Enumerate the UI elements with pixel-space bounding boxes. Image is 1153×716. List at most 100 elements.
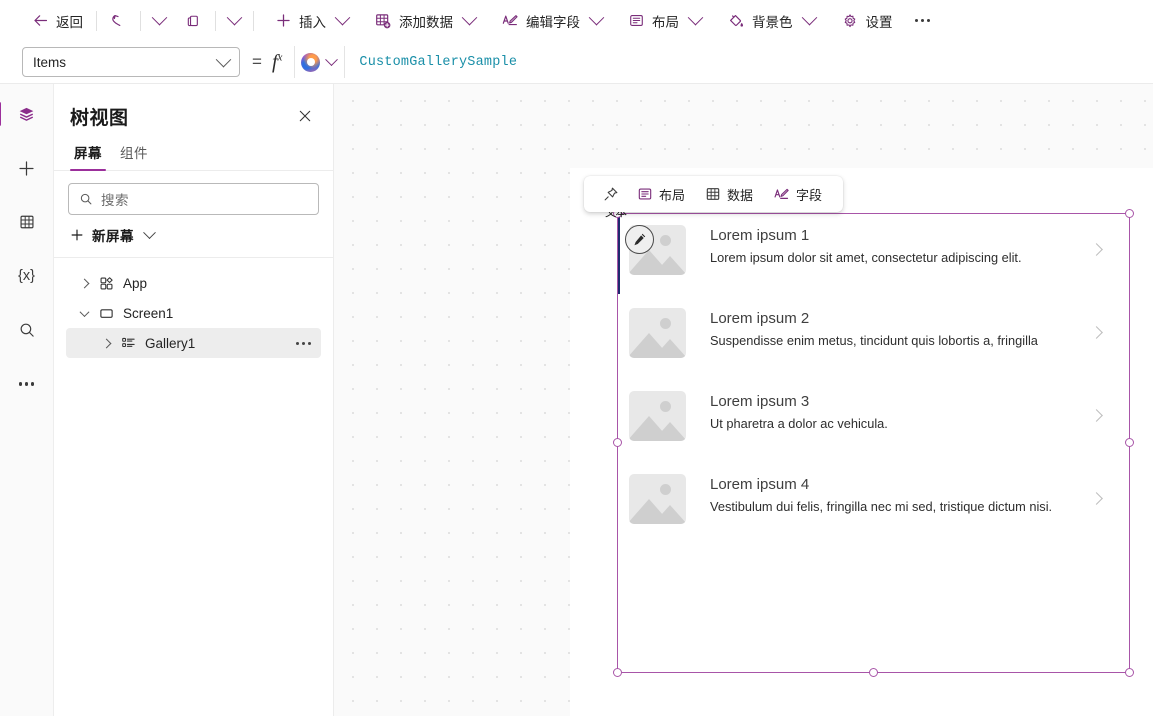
formula-bar: Items = fx CustomGallerySample <box>0 41 1153 84</box>
gallery-item-title: Lorem ipsum 3 <box>710 393 810 410</box>
rail-item-more[interactable] <box>9 366 45 402</box>
tree-node-app[interactable]: App <box>66 268 321 298</box>
overflow-menu-button[interactable] <box>907 18 939 23</box>
add-data-button[interactable]: 添加数据 <box>368 6 481 36</box>
tree-node-more-button[interactable] <box>296 341 311 345</box>
dot <box>308 341 311 345</box>
add-data-label: 添加数据 <box>399 14 453 30</box>
chevron-right-icon[interactable] <box>1090 492 1103 505</box>
chevron-right-icon[interactable] <box>1090 409 1103 422</box>
back-button[interactable]: 返回 <box>26 6 89 36</box>
new-screen-button[interactable]: 新屏幕 <box>54 215 333 258</box>
chevron-down-icon <box>801 9 817 26</box>
copilot-button[interactable] <box>294 46 346 78</box>
chevron-right-icon[interactable] <box>1090 243 1103 256</box>
thumb-mountain-2 <box>653 339 686 358</box>
chevron-down-icon <box>151 9 168 26</box>
back-label: 返回 <box>56 14 83 30</box>
gallery-item-text: Lorem ipsum 1 Lorem ipsum dolor sit amet… <box>686 223 1092 267</box>
canvas-area[interactable]: Lorem ipsum 1 Lorem ipsum dolor sit amet… <box>334 84 1153 716</box>
expand-toggle[interactable] <box>78 278 90 288</box>
gallery-item[interactable]: Lorem ipsum 4 Vestibulum dui felis, frin… <box>617 463 1127 546</box>
tree-node-label: Screen1 <box>123 305 174 321</box>
app-screen[interactable]: Lorem ipsum 1 Lorem ipsum dolor sit amet… <box>570 168 1153 716</box>
tab-screens[interactable]: 屏幕 <box>70 142 106 171</box>
context-fields-button[interactable]: 字段 <box>763 180 832 208</box>
left-rail: {x} <box>0 84 54 716</box>
paste-button[interactable] <box>179 6 208 36</box>
pencil-icon <box>634 233 646 246</box>
gallery-item-subtitle: Vestibulum dui felis, fringilla nec mi s… <box>710 499 1053 514</box>
image-placeholder-icon <box>629 391 686 441</box>
layout-panel-icon <box>638 188 652 200</box>
tree-node-gallery1[interactable]: Gallery1 <box>66 328 321 358</box>
divider <box>140 10 141 31</box>
thumb-mountain-2 <box>653 256 686 275</box>
screen-icon <box>100 308 113 318</box>
paste-dropdown-button[interactable] <box>223 6 246 36</box>
panel-title: 树视图 <box>70 107 129 129</box>
close-icon <box>299 110 311 122</box>
chevron-right-icon[interactable] <box>1090 326 1103 339</box>
layers-icon <box>19 107 34 121</box>
formula-input[interactable]: CustomGallerySample <box>345 55 517 70</box>
rail-item-tree-view[interactable] <box>0 96 45 132</box>
property-select[interactable]: Items <box>22 47 240 77</box>
gear-icon <box>844 13 855 27</box>
gallery-icon <box>122 337 135 347</box>
rail-item-insert[interactable] <box>9 150 45 186</box>
gallery-item[interactable]: Lorem ipsum 3 Ut pharetra a dolor ac veh… <box>617 380 1127 463</box>
settings-button[interactable]: 设置 <box>835 6 899 36</box>
new-screen-label: 新屏幕 <box>92 229 134 244</box>
dot <box>914 18 918 23</box>
context-layout-button[interactable]: 布局 <box>627 180 695 208</box>
close-panel-button[interactable] <box>291 102 319 130</box>
table-add-icon <box>376 13 391 28</box>
expand-toggle[interactable] <box>78 306 90 317</box>
gallery-item[interactable]: Lorem ipsum 1 Lorem ipsum dolor sit amet… <box>617 214 1127 297</box>
chevron-down-icon <box>226 9 243 26</box>
variables-icon: {x} <box>18 268 35 284</box>
paint-bucket-icon <box>730 14 744 27</box>
context-data-button[interactable]: 数据 <box>695 180 763 208</box>
undo-button[interactable] <box>104 6 133 36</box>
chevron-down-icon <box>687 9 704 26</box>
undo-dropdown-button[interactable] <box>148 6 171 36</box>
background-color-button[interactable]: 背景色 <box>721 6 821 36</box>
more-horizontal-icon <box>18 382 35 386</box>
rail-item-search[interactable] <box>9 312 45 348</box>
context-fields-label: 字段 <box>796 187 823 203</box>
chevron-right-icon <box>101 338 111 348</box>
thumb-mountain-2 <box>653 505 686 524</box>
gallery-item-text: Lorem ipsum 3 Ut pharetra a dolor ac veh… <box>686 389 1092 433</box>
chevron-down-icon <box>588 9 605 26</box>
divider <box>215 10 216 31</box>
dot <box>31 382 35 386</box>
chevron-down-icon <box>325 52 339 66</box>
command-bar: 返回 插入 添加数据 编辑字段 布局 背景色 设置 <box>0 0 1153 41</box>
gallery-item[interactable]: Lorem ipsum 2 Suspendisse enim metus, ti… <box>617 297 1127 380</box>
edit-fields-icon <box>774 188 789 199</box>
property-select-value: Items <box>33 54 67 70</box>
chevron-down-icon <box>143 225 156 239</box>
expand-toggle[interactable] <box>100 338 112 348</box>
layout-button[interactable]: 布局 <box>622 6 707 36</box>
rail-item-variables[interactable]: {x} <box>9 258 45 294</box>
thumb-dot <box>660 235 671 246</box>
search-input[interactable]: 搜索 <box>68 183 319 215</box>
dot <box>926 18 931 23</box>
insert-button[interactable]: 插入 <box>269 6 354 36</box>
thumb-dot <box>660 484 671 495</box>
pin-toolbar-button[interactable] <box>595 180 627 208</box>
search-wrapper: 搜索 <box>54 171 333 215</box>
rail-item-data[interactable] <box>9 204 45 240</box>
tree-node-screen1[interactable]: Screen1 <box>66 298 321 328</box>
edit-fields-button[interactable]: 编辑字段 <box>495 6 608 36</box>
edit-control-button[interactable] <box>625 225 654 254</box>
image-placeholder-icon <box>629 474 686 524</box>
tab-components[interactable]: 组件 <box>116 142 152 170</box>
gallery-control[interactable]: Lorem ipsum 1 Lorem ipsum dolor sit amet… <box>617 214 1127 546</box>
thumb-mountain-2 <box>653 422 686 441</box>
gallery-item-subtitle: Ut pharetra a dolor ac vehicula. <box>710 416 888 431</box>
divider <box>253 10 254 31</box>
